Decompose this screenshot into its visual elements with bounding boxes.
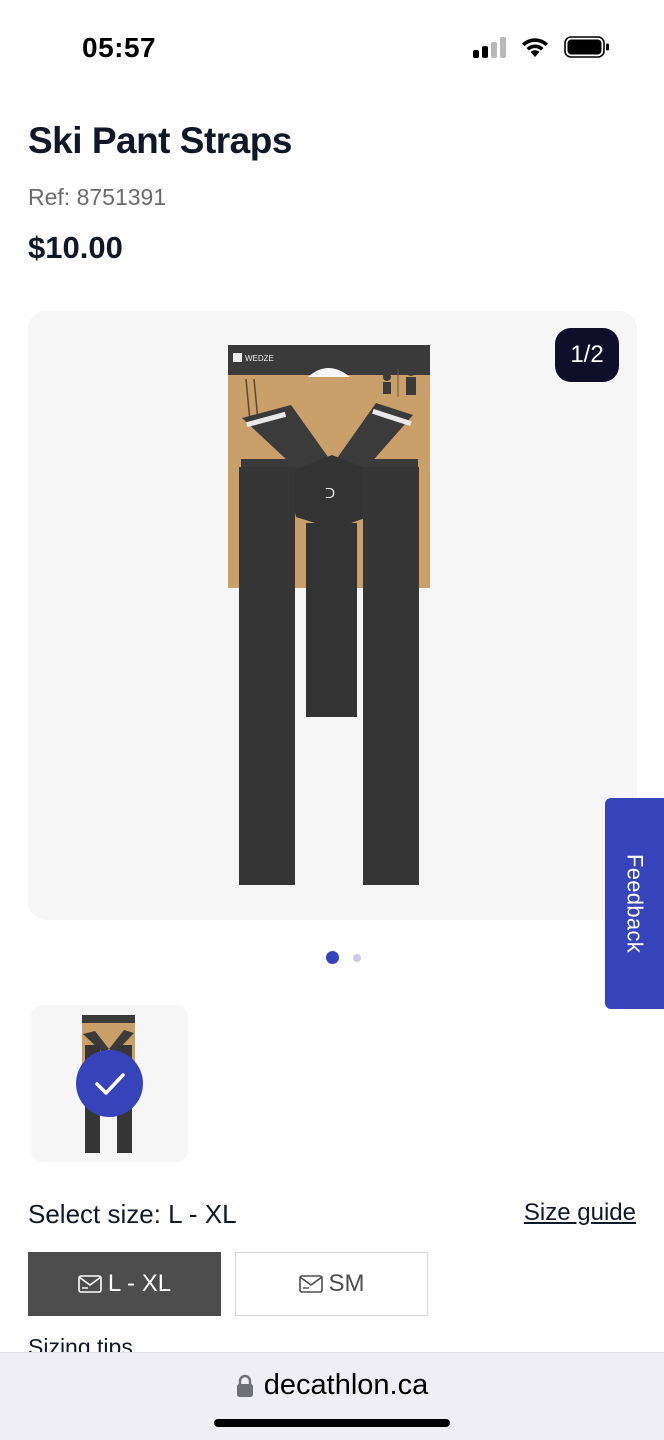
battery-icon [564, 36, 609, 58]
selected-check-icon [76, 1050, 143, 1117]
product-price: $10.00 [28, 230, 123, 265]
select-size-label: Select size: L - XL [28, 1199, 237, 1229]
carousel-dot-1[interactable] [326, 951, 339, 964]
envelope-icon [298, 1275, 323, 1293]
product-thumbnail[interactable] [31, 1005, 188, 1162]
suspenders-product-image: WEDZE ᑐ [228, 345, 430, 885]
package-brand-label: WEDZE [245, 354, 274, 363]
wifi-icon [522, 38, 548, 57]
url-text: decathlon.ca [263, 1369, 429, 1401]
image-counter: 1/2 [555, 328, 619, 382]
feedback-tab[interactable]: Feedback [605, 798, 664, 1009]
size-option-label: L - XL [107, 1270, 172, 1297]
status-bar: 05:57 [0, 0, 664, 100]
size-option-label: SM [328, 1270, 365, 1297]
envelope-icon [78, 1275, 102, 1293]
feedback-label: Feedback [622, 853, 648, 953]
cellular-signal-icon [473, 36, 506, 58]
carousel-dot-2[interactable] [353, 953, 361, 962]
product-image-gallery[interactable]: WEDZE ᑐ 1/2 [28, 311, 637, 920]
status-time: 05:57 [82, 32, 157, 63]
lock-icon [236, 1374, 253, 1397]
product-title: Ski Pant Straps [28, 120, 292, 161]
size-option-l-xl[interactable]: L - XL [28, 1252, 221, 1316]
status-icons [473, 36, 610, 58]
size-option-sm[interactable]: SM [235, 1252, 428, 1316]
size-guide-link[interactable]: Size guide [524, 1199, 636, 1227]
svg-text:ᑐ: ᑐ [325, 485, 335, 501]
url-display[interactable]: decathlon.ca [0, 1369, 664, 1402]
carousel-dots [326, 951, 361, 964]
home-indicator[interactable] [214, 1419, 450, 1427]
product-ref: Ref: 8751391 [28, 184, 167, 210]
browser-address-bar[interactable]: decathlon.ca [0, 1352, 664, 1440]
